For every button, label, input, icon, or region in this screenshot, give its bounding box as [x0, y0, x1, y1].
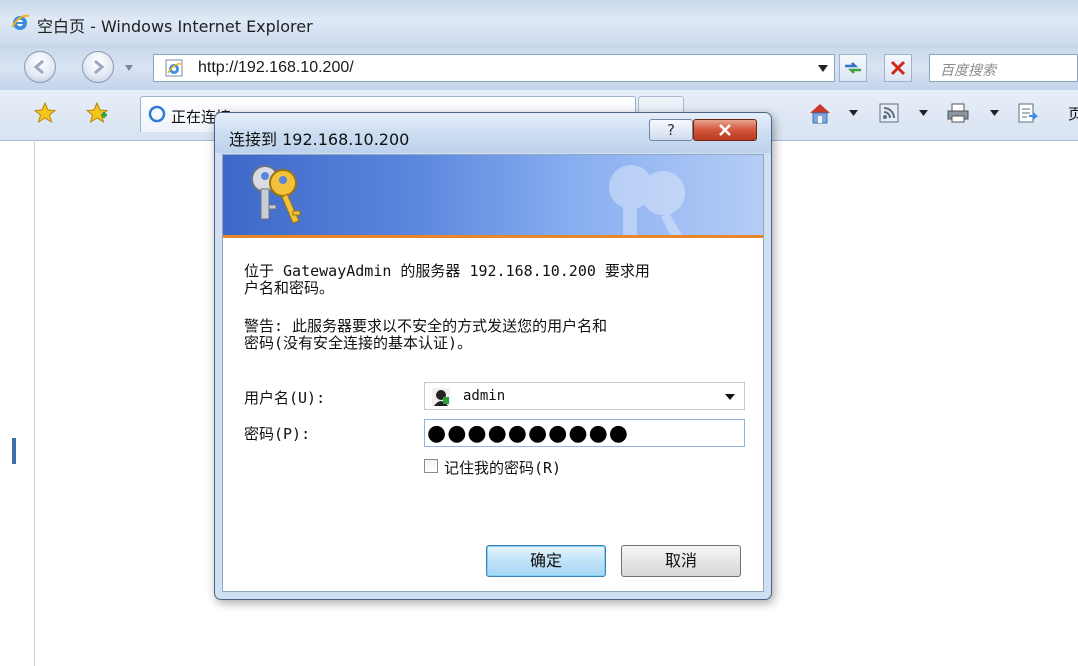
username-value: admin — [463, 388, 506, 404]
forward-button[interactable] — [82, 51, 114, 83]
dialog-title: 连接到 192.168.10.200 — [229, 130, 410, 149]
loading-icon — [148, 105, 166, 123]
window-title: 空白页 - Windows Internet Explorer — [37, 17, 313, 36]
page-menu-icon[interactable] — [1016, 102, 1038, 124]
address-dropdown-icon[interactable] — [818, 65, 828, 72]
keys-watermark-icon — [609, 165, 685, 235]
warning-line1: 警告: 此服务器要求以不安全的方式发送您的用户名和 — [244, 317, 608, 335]
user-icon — [432, 388, 450, 406]
remember-password-label[interactable]: 记住我的密码(R) — [444, 457, 561, 478]
page-menu-label[interactable]: 页 — [1068, 103, 1078, 124]
refresh-button[interactable] — [839, 54, 867, 82]
dialog-titlebar[interactable]: 连接到 192.168.10.200 ? — [215, 113, 771, 153]
username-label: 用户名(U): — [244, 389, 326, 407]
forward-arrow-icon — [94, 59, 105, 75]
ie-logo-icon — [11, 14, 30, 30]
home-dropdown-icon[interactable] — [849, 110, 858, 116]
username-combobox[interactable]: admin — [424, 382, 745, 410]
password-label: 密码(P): — [244, 425, 311, 443]
refresh-icon — [845, 62, 861, 74]
login-dialog: 连接到 192.168.10.200 ? 位于 GatewayAdmin 的服务… — [214, 112, 772, 600]
cancel-button[interactable]: 取消 — [621, 545, 741, 577]
warning-message: 警告: 此服务器要求以不安全的方式发送您的用户名和 密码(没有安全连接的基本认证… — [244, 318, 764, 352]
window-titlebar: 空白页 - Windows Internet Explorer — [0, 0, 1078, 44]
dialog-banner — [223, 155, 763, 238]
back-arrow-icon — [33, 59, 44, 75]
print-dropdown-icon[interactable] — [990, 110, 999, 116]
recent-pages-dropdown[interactable] — [125, 65, 133, 71]
navigation-bar: http://192.168.10.200/ 百度搜索 — [0, 44, 1078, 90]
print-icon[interactable] — [946, 102, 970, 124]
window-edge-marker — [12, 438, 16, 464]
password-field[interactable]: ●●●●●●●●●● — [424, 419, 745, 447]
feeds-dropdown-icon[interactable] — [919, 110, 928, 116]
keys-icon — [251, 165, 301, 224]
search-placeholder: 百度搜索 — [940, 63, 996, 79]
password-mask: ●●●●●●●●●● — [427, 421, 629, 446]
server-message: 位于 GatewayAdmin 的服务器 192.168.10.200 要求用 … — [244, 263, 764, 297]
address-url[interactable]: http://192.168.10.200/ — [198, 59, 354, 77]
content-area-edge — [34, 140, 35, 666]
server-message-line1: 位于 GatewayAdmin 的服务器 192.168.10.200 要求用 — [244, 262, 650, 280]
close-button[interactable] — [693, 119, 757, 141]
favorites-star-icon[interactable] — [34, 102, 56, 124]
stop-button[interactable] — [884, 54, 912, 82]
ie-page-icon — [165, 59, 183, 77]
dialog-body: 位于 GatewayAdmin 的服务器 192.168.10.200 要求用 … — [222, 154, 764, 592]
remember-password-checkbox[interactable] — [424, 459, 438, 473]
home-icon[interactable] — [808, 102, 832, 124]
help-button[interactable]: ? — [649, 119, 693, 141]
add-favorites-icon[interactable] — [86, 102, 108, 124]
stop-icon — [890, 60, 906, 76]
server-message-line2: 户名和密码。 — [244, 279, 335, 297]
ok-button[interactable]: 确定 — [486, 545, 606, 577]
chevron-down-icon[interactable] — [725, 394, 735, 400]
back-button[interactable] — [24, 51, 56, 83]
warning-line2: 密码(没有安全连接的基本认证)。 — [244, 334, 473, 352]
address-bar[interactable]: http://192.168.10.200/ — [153, 54, 835, 82]
search-box[interactable]: 百度搜索 — [929, 54, 1078, 82]
feeds-icon[interactable] — [878, 102, 900, 124]
close-icon — [719, 124, 731, 136]
